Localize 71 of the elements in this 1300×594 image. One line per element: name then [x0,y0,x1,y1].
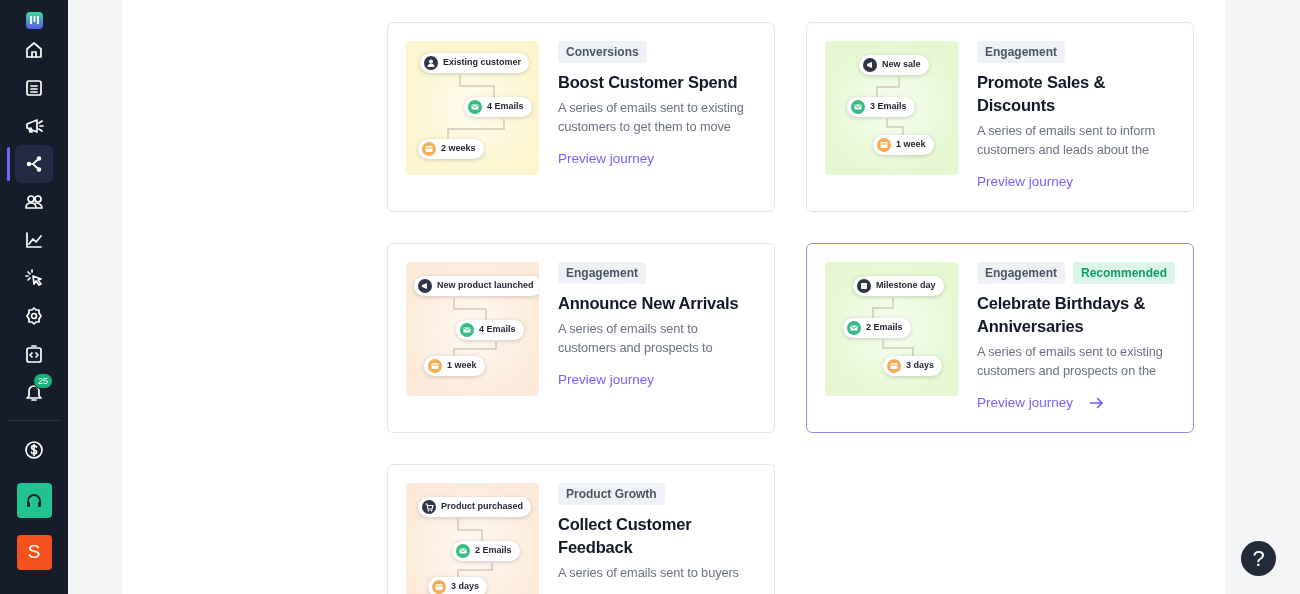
support-button[interactable] [16,483,52,518]
megaphone-icon [863,58,877,72]
node-label: 4 Emails [487,100,524,114]
code-file-icon [23,343,45,365]
cart-icon [422,500,436,514]
node-label: 2 Emails [475,544,512,558]
nav-item[interactable]: 25 [15,373,53,411]
flow-connector [872,297,894,319]
node-label: Milestone day [876,279,936,293]
journey-title: Celebrate Birthdays & Anniversaries [977,293,1147,337]
envelope-icon [851,100,865,114]
journey-title: Promote Sales & Discounts [977,72,1107,116]
calendar-icon [422,142,436,156]
cursor-click-icon [23,267,45,289]
document-icon [23,77,45,99]
flow-connector [447,118,505,140]
journey-title: Boost Customer Spend [558,72,739,93]
avatar[interactable]: S [16,535,52,570]
flow-connector [457,518,483,542]
flow-connector [886,118,904,136]
category-tag: Engagement [977,41,1065,63]
gear-icon [23,305,45,327]
preview-link[interactable]: Preview journey [558,149,655,170]
notification-count: 25 [33,373,53,389]
flow-connector [453,297,487,321]
flow-connector [876,76,900,98]
line-chart-icon [23,229,45,251]
node-label: 2 Emails [866,321,903,335]
node-label: 1 week [896,138,926,152]
preview-link[interactable]: Preview journey [558,370,655,391]
calendar-icon [857,279,871,293]
envelope-icon [460,323,474,337]
calendar-icon [887,359,901,373]
category-tag: Conversions [558,41,647,63]
megaphone-icon [418,279,432,293]
help-button[interactable]: ? [1241,541,1276,576]
calendar-icon [877,138,891,152]
flow-connector [459,74,495,98]
journey-description: A series of emails sent to customers and prospects to [558,320,714,357]
node-label: 3 Emails [870,100,907,114]
node-label: 3 days [451,580,480,594]
node-label: Existing customer [443,56,522,70]
journey-description: A series of emails sent to existing customers and prospects on the [977,343,1164,380]
person-icon [424,56,438,70]
journey-description: A series of emails sent to existing customers to get them to move [558,99,745,136]
category-tag: Product Growth [558,483,665,505]
node-label: 1 week [447,359,477,373]
flow-connector [453,341,497,357]
node-label: 2 weeks [441,142,476,156]
flow-connector [882,339,914,357]
envelope-icon [847,321,861,335]
category-tag: Engagement [977,262,1065,284]
calendar-icon [428,359,442,373]
envelope-icon [468,100,482,114]
node-label: New sale [882,58,921,72]
category-tag: Recommended [1073,262,1176,284]
node-label: 3 days [906,359,935,373]
home-icon [23,39,45,61]
journey-title: Announce New Arrivals [558,293,740,314]
category-tag: Engagement [558,262,646,284]
flow-connector [457,562,493,578]
node-label: Product purchased [441,500,523,514]
arrow-right-icon [1089,397,1104,410]
preview-link[interactable]: Preview journey [977,393,1074,414]
node-label: New product launched [437,279,534,293]
journey-description: A series of emails sent to buyers [558,564,740,582]
envelope-icon [456,544,470,558]
journey-description: A series of emails sent to inform customers and leads about the [977,122,1157,159]
journey-title: Collect Customer Feedback [558,514,693,558]
node-label: 4 Emails [479,323,516,337]
preview-link[interactable]: Preview journey [977,172,1074,193]
